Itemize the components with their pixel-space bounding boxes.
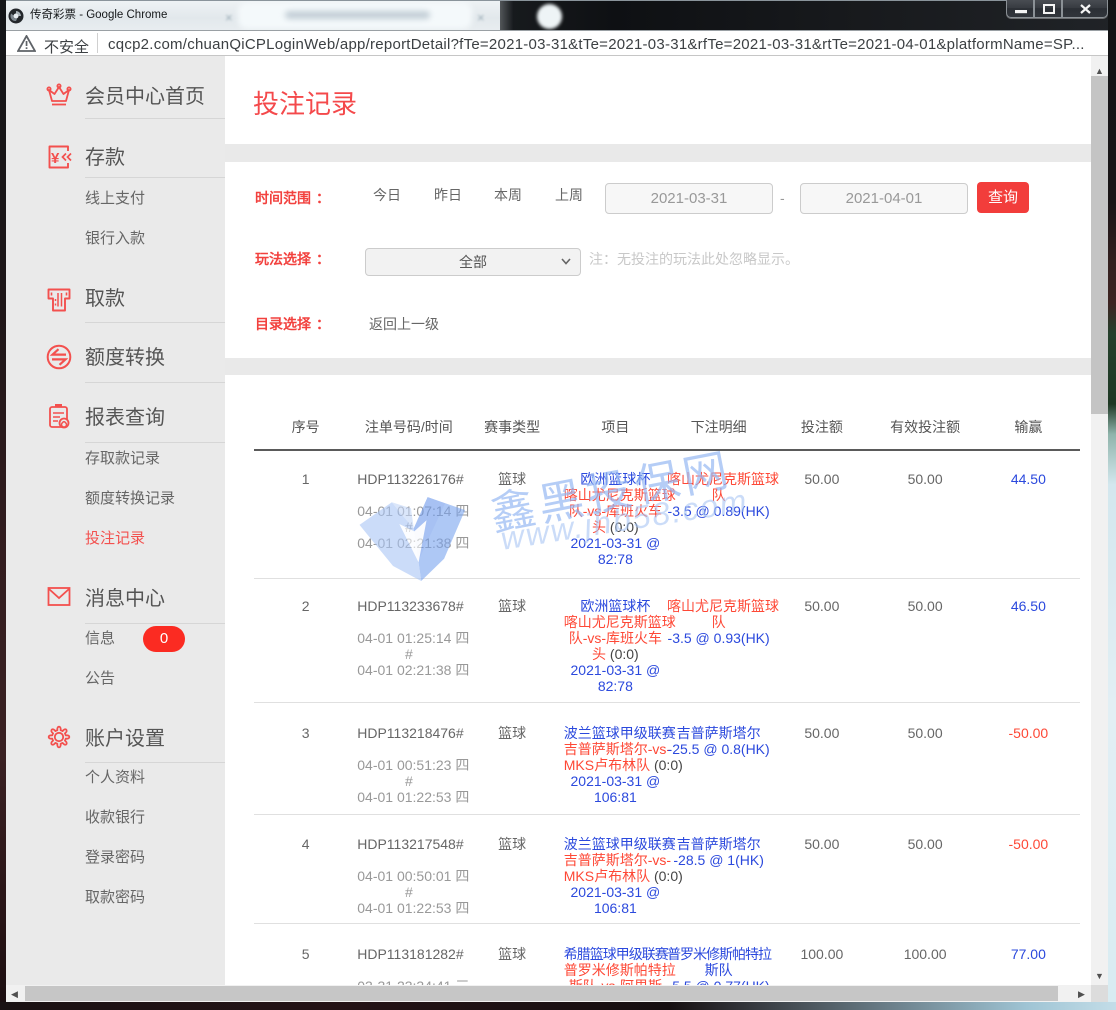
svg-text:¥: ¥: [51, 150, 60, 167]
